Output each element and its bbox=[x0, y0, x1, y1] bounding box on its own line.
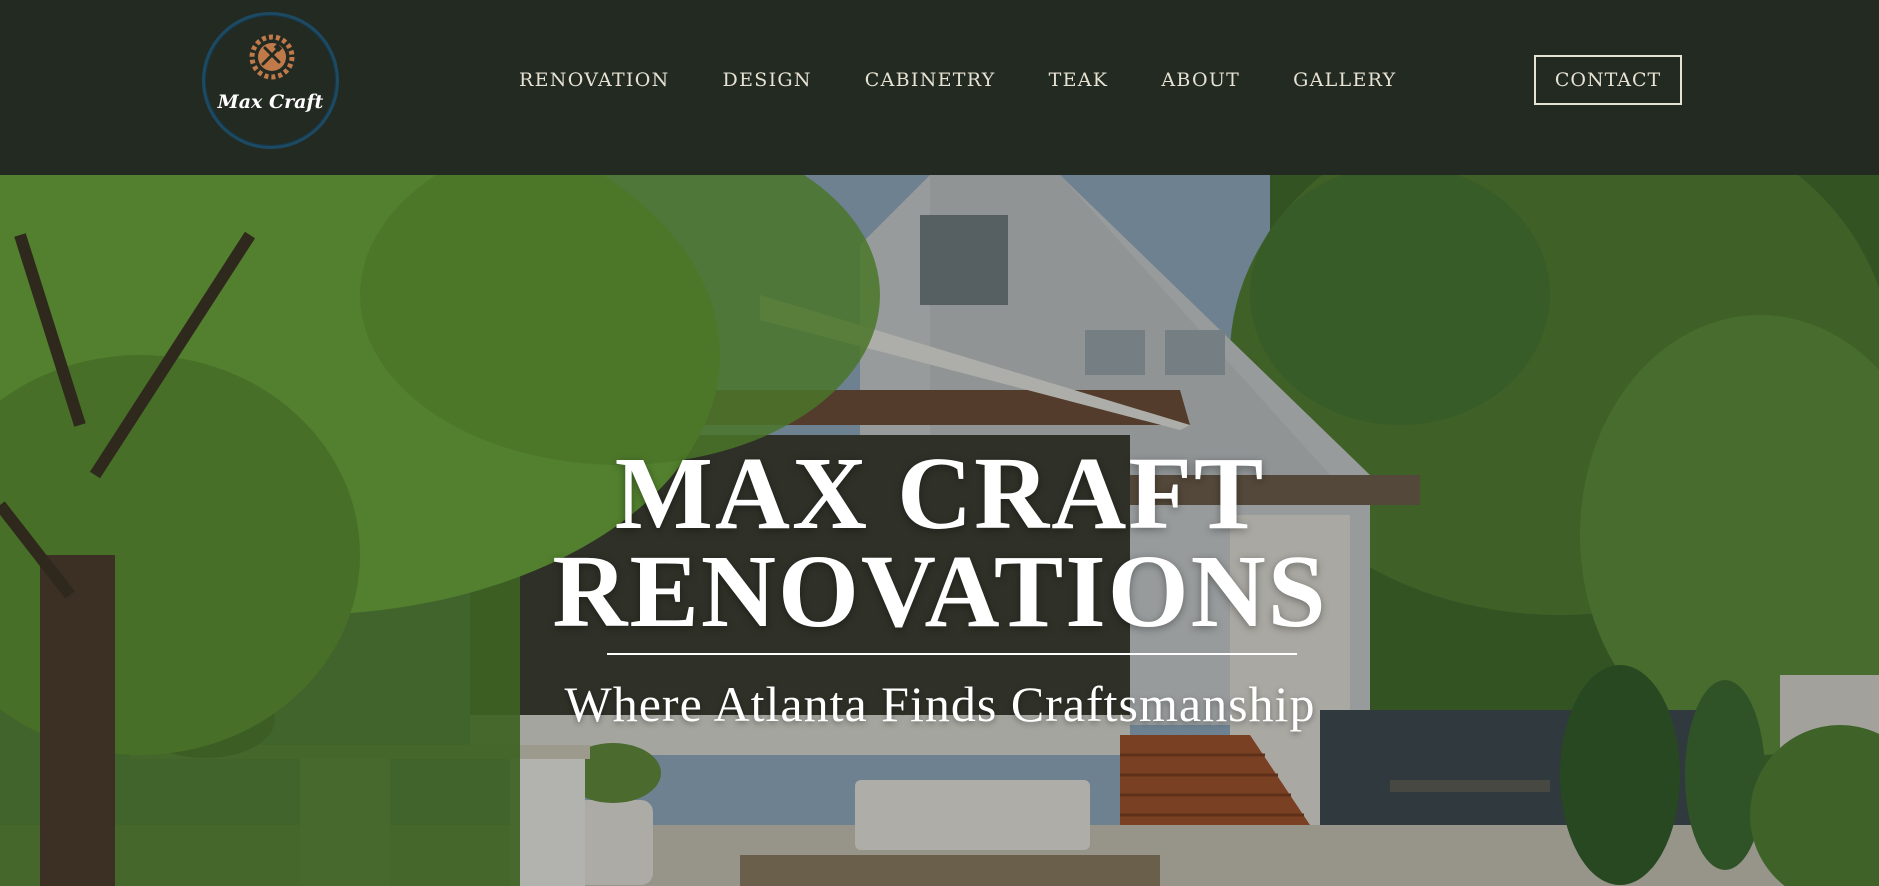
hero-divider bbox=[607, 653, 1297, 655]
nav-about[interactable]: ABOUT bbox=[1161, 62, 1240, 98]
hero-subtitle: Where Atlanta Finds Craftsmanship bbox=[564, 676, 1316, 732]
hero-section: MAX CRAFT RENOVATIONS Where Atlanta Find… bbox=[0, 175, 1879, 886]
nav-design[interactable]: DESIGN bbox=[723, 62, 812, 98]
logo-text: Max Craft bbox=[217, 91, 324, 113]
gear-tools-icon bbox=[249, 34, 295, 80]
hero-title: MAX CRAFT RENOVATIONS bbox=[540, 442, 1340, 644]
main-nav: RENOVATION DESIGN CABINETRY TEAK ABOUT G… bbox=[500, 62, 1397, 98]
contact-button[interactable]: CONTACT bbox=[1534, 55, 1682, 105]
nav-cabinetry[interactable]: CABINETRY bbox=[865, 62, 996, 98]
site-header: Max Craft RENOVATION DESIGN CABINETRY TE… bbox=[0, 0, 1879, 175]
logo[interactable]: Max Craft bbox=[202, 12, 339, 149]
nav-teak[interactable]: TEAK bbox=[1049, 62, 1109, 98]
hero-title-line-2: RENOVATIONS bbox=[552, 534, 1328, 649]
nav-gallery[interactable]: GALLERY bbox=[1293, 62, 1396, 98]
nav-renovation[interactable]: RENOVATION bbox=[519, 62, 670, 98]
